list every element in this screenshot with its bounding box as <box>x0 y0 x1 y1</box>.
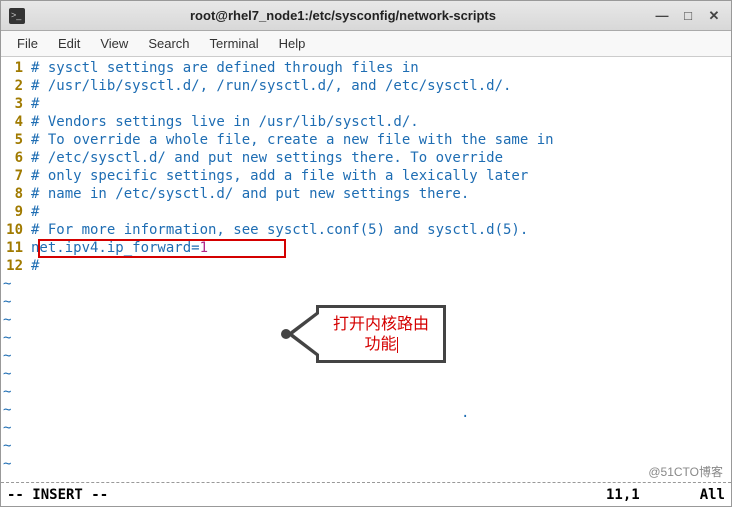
comment-text: # sysctl settings are defined through fi… <box>31 59 419 77</box>
code-line: 3# <box>1 95 731 113</box>
code-line: 10# For more information, see sysctl.con… <box>1 221 731 239</box>
menu-help[interactable]: Help <box>269 32 316 55</box>
code-line: 6# /etc/sysctl.d/ and put new settings t… <box>1 149 731 167</box>
comment-text: # /etc/sysctl.d/ and put new settings th… <box>31 149 503 167</box>
comment-text: # For more information, see sysctl.conf(… <box>31 221 528 239</box>
comment-text: # <box>31 257 39 275</box>
line-number: 4 <box>1 113 31 131</box>
empty-line: ~ <box>1 311 731 329</box>
menu-file[interactable]: File <box>7 32 48 55</box>
code-line: 1# sysctl settings are defined through f… <box>1 59 731 77</box>
code-line: 5# To override a whole file, create a ne… <box>1 131 731 149</box>
terminal-icon <box>9 8 25 24</box>
comment-text: # <box>31 203 39 221</box>
cursor-position: 11,1 <box>606 487 640 503</box>
code-line: 12# <box>1 257 731 275</box>
watermark-text: @51CTO博客 <box>648 463 723 480</box>
code-line: 2# /usr/lib/sysctl.d/, /run/sysctl.d/, a… <box>1 77 731 95</box>
line-number: 8 <box>1 185 31 203</box>
line-number: 3 <box>1 95 31 113</box>
minimize-button[interactable]: — <box>653 7 671 25</box>
line-number: 1 <box>1 59 31 77</box>
comment-text: # only specific settings, add a file wit… <box>31 167 528 185</box>
window-titlebar: root@rhel7_node1:/etc/sysconfig/network-… <box>1 1 731 31</box>
code-line: 8# name in /etc/sysctl.d/ and put new se… <box>1 185 731 203</box>
setting-key: net.ipv4.ip_forward <box>31 239 191 257</box>
empty-line: ~ <box>1 455 731 473</box>
close-button[interactable]: ✕ <box>705 7 723 25</box>
center-mark: . <box>461 404 469 422</box>
menu-terminal[interactable]: Terminal <box>200 32 269 55</box>
setting-value: 1 <box>200 239 208 257</box>
line-number: 9 <box>1 203 31 221</box>
line-number: 2 <box>1 77 31 95</box>
window-title: root@rhel7_node1:/etc/sysconfig/network-… <box>33 8 653 23</box>
comment-text: # <box>31 95 39 113</box>
code-line: 11net.ipv4.ip_forward=1 <box>1 239 731 257</box>
vim-mode: -- INSERT -- <box>7 487 606 503</box>
code-line: 7# only specific settings, add a file wi… <box>1 167 731 185</box>
empty-line: ~ <box>1 419 731 437</box>
menu-bar: File Edit View Search Terminal Help <box>1 31 731 57</box>
comment-text: # /usr/lib/sysctl.d/, /run/sysctl.d/, an… <box>31 77 511 95</box>
window-controls: — □ ✕ <box>653 7 723 25</box>
empty-line: ~ <box>1 293 731 311</box>
comment-text: # name in /etc/sysctl.d/ and put new set… <box>31 185 469 203</box>
line-number: 10 <box>1 221 31 239</box>
line-number: 5 <box>1 131 31 149</box>
comment-text: # Vendors settings live in /usr/lib/sysc… <box>31 113 419 131</box>
vim-status-bar: -- INSERT -- 11,1 All <box>1 482 731 506</box>
maximize-button[interactable]: □ <box>679 7 697 25</box>
line-number: 11 <box>1 239 31 257</box>
empty-line: ~ <box>1 275 731 293</box>
line-number: 6 <box>1 149 31 167</box>
comment-text: # To override a whole file, create a new… <box>31 131 554 149</box>
equals-sign: = <box>191 239 199 257</box>
code-line: 9# <box>1 203 731 221</box>
menu-search[interactable]: Search <box>138 32 199 55</box>
empty-line: ~ <box>1 401 731 419</box>
empty-line: ~ <box>1 365 731 383</box>
empty-line: ~ <box>1 347 731 365</box>
line-number: 12 <box>1 257 31 275</box>
scroll-indicator: All <box>700 487 725 503</box>
code-line: 4# Vendors settings live in /usr/lib/sys… <box>1 113 731 131</box>
editor-area[interactable]: 1# sysctl settings are defined through f… <box>1 57 731 482</box>
empty-line: ~ <box>1 437 731 455</box>
menu-view[interactable]: View <box>90 32 138 55</box>
empty-line: ~ <box>1 329 731 347</box>
empty-line: ~ <box>1 383 731 401</box>
line-number: 7 <box>1 167 31 185</box>
menu-edit[interactable]: Edit <box>48 32 90 55</box>
